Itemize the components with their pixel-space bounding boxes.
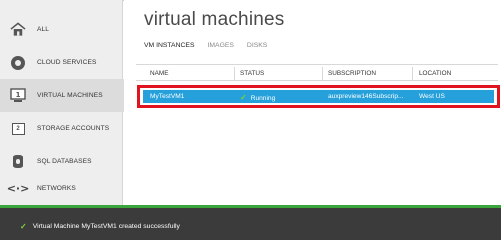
sidebar-item-label: ALL bbox=[37, 26, 50, 33]
database-icon bbox=[10, 154, 26, 170]
column-divider bbox=[412, 67, 413, 80]
highlight-outline: MyTestVM1 ✓ Running auxpreview146Subscrip… bbox=[137, 85, 500, 108]
sidebar-item-all[interactable]: ALL bbox=[0, 13, 123, 46]
vm-status-text: Running bbox=[250, 94, 276, 102]
check-icon: ✓ bbox=[240, 93, 247, 102]
tab-vm-instances[interactable]: VM INSTANCES bbox=[144, 42, 194, 49]
column-header-subscription[interactable]: SUBSCRIPTION bbox=[328, 70, 376, 77]
page-title: virtual machines bbox=[144, 9, 285, 30]
sidebar-item-label: CLOUD SERVICES bbox=[37, 59, 97, 66]
sidebar-item-storage-accounts[interactable]: 2 STORAGE ACCOUNTS bbox=[0, 112, 123, 145]
table-row[interactable]: MyTestVM1 ✓ Running auxpreview146Subscrip… bbox=[143, 90, 494, 103]
sidebar-item-cloud-services[interactable]: CLOUD SERVICES bbox=[0, 46, 123, 79]
storage-icon: 2 bbox=[10, 121, 26, 137]
svg-text:1: 1 bbox=[16, 91, 21, 99]
column-header-name[interactable]: NAME bbox=[150, 70, 168, 77]
sidebar-item-virtual-machines[interactable]: 1 VIRTUAL MACHINES bbox=[0, 79, 124, 112]
column-header-location[interactable]: LOCATION bbox=[419, 70, 451, 77]
main-content: virtual machines VM INSTANCES IMAGES DIS… bbox=[124, 0, 501, 205]
house-icon bbox=[10, 22, 26, 38]
column-divider bbox=[234, 67, 235, 80]
sidebar: ALL CLOUD SERVICES 1 VIRTUAL MACHINES 2 … bbox=[0, 0, 124, 205]
notification-text: Virtual Machine MyTestVM1 created succes… bbox=[32, 223, 180, 230]
sidebar-item-label: STORAGE ACCOUNTS bbox=[37, 125, 110, 132]
cloud-service-icon bbox=[10, 55, 26, 71]
sidebar-item-label: NETWORKS bbox=[37, 185, 76, 192]
tab-disks[interactable]: DISKS bbox=[247, 42, 267, 49]
vm-subscription-cell: auxpreview146Subscrip... bbox=[328, 92, 404, 100]
success-check-icon: ✓ bbox=[20, 222, 27, 231]
virtual-machine-icon: 1 bbox=[10, 88, 26, 104]
sidebar-item-networks[interactable]: <·> NETWORKS bbox=[0, 172, 123, 205]
tab-bar: VM INSTANCES IMAGES DISKS bbox=[144, 42, 267, 49]
vm-status-cell: ✓ Running bbox=[240, 93, 275, 102]
network-icon: <·> bbox=[6, 182, 30, 195]
sidebar-item-label: SQL DATABASES bbox=[37, 158, 92, 165]
sidebar-item-label: VIRTUAL MACHINES bbox=[37, 92, 103, 99]
table-header: NAME STATUS SUBSCRIPTION LOCATION bbox=[136, 64, 498, 81]
tab-images[interactable]: IMAGES bbox=[207, 42, 233, 49]
vm-location-cell: West US bbox=[419, 92, 445, 100]
notification-accent bbox=[0, 205, 501, 208]
vm-table: NAME STATUS SUBSCRIPTION LOCATION MyTest… bbox=[136, 64, 500, 108]
notification-message: ✓ Virtual Machine MyTestVM1 created succ… bbox=[20, 222, 180, 231]
vm-name-cell: MyTestVM1 bbox=[150, 92, 185, 100]
column-header-status[interactable]: STATUS bbox=[240, 70, 264, 77]
column-divider bbox=[322, 67, 323, 80]
